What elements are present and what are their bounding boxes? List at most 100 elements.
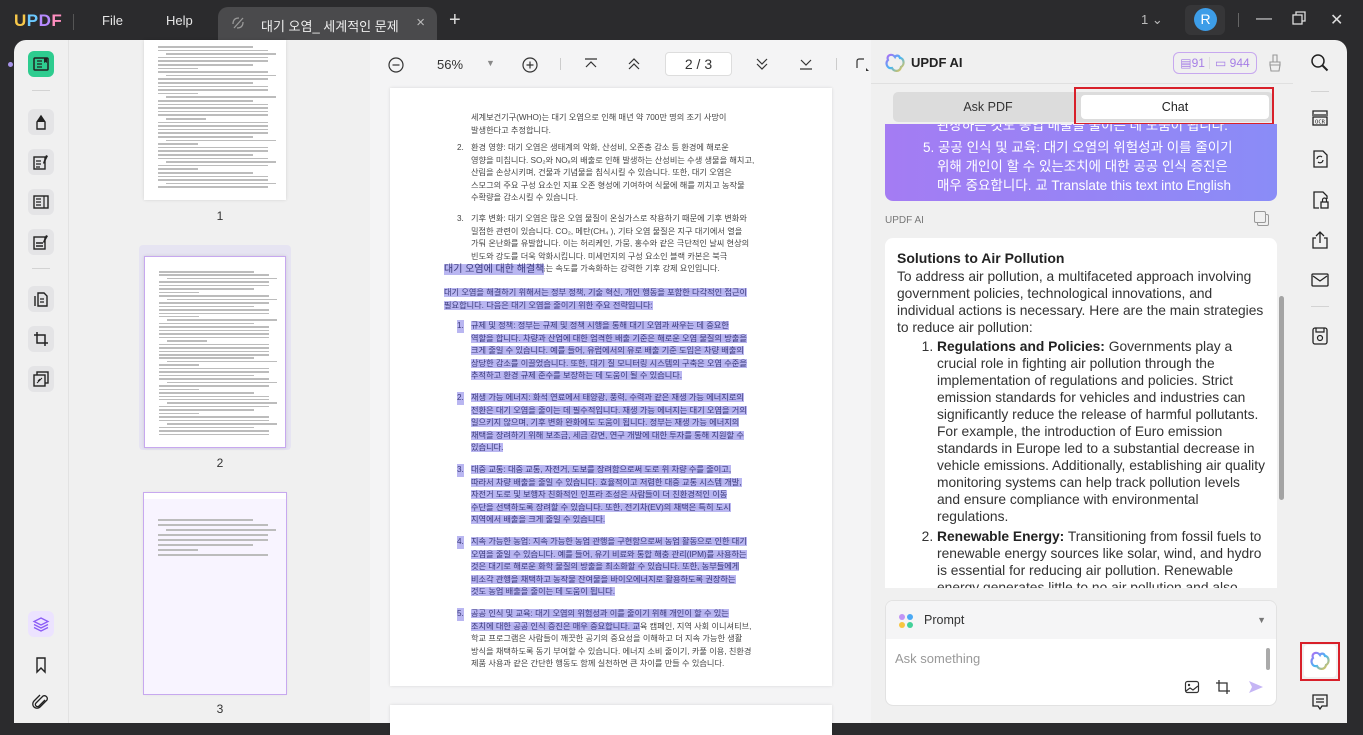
crop-icon[interactable] — [28, 326, 54, 352]
document-tab-icon — [232, 17, 244, 29]
thumbnail-page-2[interactable] — [144, 256, 286, 448]
clear-chat-icon[interactable] — [1268, 54, 1282, 72]
credits-badge[interactable]: ▤91 ▭ 944 — [1173, 52, 1257, 74]
thumbnail-text-line — [158, 146, 268, 149]
copy-icon[interactable] — [1254, 211, 1269, 226]
bookmark-icon[interactable] — [28, 652, 54, 678]
thumbnail-text-line — [167, 298, 277, 301]
response-title: Solutions to Air Pollution — [897, 250, 1065, 266]
screenshot-icon[interactable] — [1215, 679, 1231, 695]
layers-icon[interactable] — [28, 611, 54, 637]
thumbnail-text-line — [158, 60, 268, 62]
thumbnail-text-line — [158, 92, 198, 95]
thumbnail-text-line — [158, 64, 253, 66]
thumbnail-text-line — [167, 319, 277, 321]
updf-ai-logo-icon — [885, 53, 905, 72]
tab-ask-pdf[interactable]: Ask PDF — [893, 92, 1083, 122]
minimize-button[interactable]: — — [1256, 10, 1272, 28]
thumbnail-page-1[interactable] — [144, 40, 286, 200]
thumbnail-text-line — [166, 118, 206, 120]
thumbnail-text-line — [158, 554, 268, 556]
convert-icon[interactable] — [1310, 149, 1330, 169]
thumbnail-text-line — [159, 291, 199, 294]
viewer-toolbar: 56% ▼ 2 / 3 — [370, 40, 871, 88]
zoom-level[interactable]: 56% — [437, 57, 463, 72]
maximize-button[interactable] — [1292, 11, 1306, 30]
thumbnail-text-line — [159, 343, 269, 346]
pages-icon[interactable] — [28, 286, 54, 312]
first-page-icon[interactable] — [584, 58, 598, 70]
protect-icon[interactable] — [1310, 190, 1330, 210]
new-tab-button[interactable]: + — [449, 9, 461, 32]
thumbnail-text-line — [167, 402, 277, 404]
comment-icon[interactable] — [1310, 692, 1330, 712]
edit-text-icon[interactable] — [28, 149, 54, 175]
email-icon[interactable] — [1310, 270, 1330, 290]
organize-form-icon[interactable] — [28, 189, 54, 215]
chat-bubble-icon: ▭ — [1214, 56, 1227, 70]
close-window-button[interactable]: ✕ — [1330, 10, 1343, 30]
previous-page-icon[interactable] — [627, 57, 641, 71]
next-page-icon[interactable] — [755, 57, 769, 71]
input-scrollbar[interactable] — [1266, 648, 1270, 670]
window-selector[interactable]: 1 ⌄ — [1141, 12, 1163, 28]
thumbnail-text-line — [158, 110, 268, 113]
page-paragraph: 대기 오염을 해결하기 위해서는 정부 정책, 기술 혁신, 개인 행동을 포함… — [444, 288, 748, 310]
zoom-out-icon[interactable] — [388, 57, 404, 73]
thumbnail-text-line — [159, 350, 269, 353]
thumbnail-text-line — [166, 139, 276, 142]
page-list-item: 1. 규제 및 정책: 정부는 규제 및 정책 시행을 통해 대기 오염과 싸우는… — [457, 320, 747, 381]
thumbnail-text-line — [158, 56, 268, 59]
thumbnail-label: 2 — [216, 456, 224, 470]
share-icon[interactable] — [1310, 230, 1330, 250]
zoom-in-icon[interactable] — [522, 57, 538, 73]
ocr-icon[interactable]: OCR — [1310, 108, 1330, 128]
thumbnail-text-line — [159, 364, 199, 366]
prompt-label: Prompt — [924, 613, 965, 627]
save-icon[interactable] — [1310, 326, 1330, 346]
page-number-input[interactable]: 2 / 3 — [665, 52, 732, 76]
response-item: Renewable Energy: Transitioning from fos… — [937, 528, 1265, 588]
ai-response: Solutions to Air Pollution To address ai… — [885, 238, 1277, 588]
highlighter-icon[interactable] — [28, 109, 54, 135]
response-scrollbar[interactable] — [1279, 296, 1284, 500]
fill-sign-icon[interactable] — [28, 229, 54, 255]
thumbnail-text-line — [159, 409, 254, 411]
close-tab-icon[interactable]: × — [416, 14, 425, 31]
thumbnail-page-3[interactable] — [143, 492, 287, 695]
thumbnail-text-line — [166, 74, 276, 77]
thumbnail-text-line — [159, 326, 269, 328]
send-icon[interactable] — [1248, 679, 1264, 695]
ask-input[interactable] — [895, 651, 1255, 666]
thumbnail-text-line — [166, 96, 276, 98]
presentation-icon[interactable] — [856, 58, 870, 72]
restore-icon — [1292, 11, 1306, 25]
thumbnail-text-line — [167, 381, 277, 384]
reader-icon[interactable] — [28, 51, 54, 77]
thumbnail-text-line — [158, 157, 268, 160]
zoom-dropdown-icon[interactable]: ▼ — [486, 58, 495, 68]
thumbnail-text-line — [159, 309, 269, 311]
thumbnail-text-line — [159, 347, 269, 349]
menu-file[interactable]: File — [102, 13, 123, 28]
highlight-box — [1074, 87, 1274, 125]
document-tab[interactable]: 대기 오염_ 세계적인 문제 × — [218, 7, 437, 40]
window-edge — [1347, 40, 1363, 723]
attachment-icon[interactable] — [28, 690, 54, 716]
thumbnail-text-line — [159, 329, 269, 332]
thumbnail-text-line — [159, 371, 269, 373]
title-bar: UPDF File Help 대기 오염_ 세계적인 문제 × + 1 ⌄ R … — [0, 0, 1363, 40]
thumbnail-text-line — [159, 354, 269, 356]
search-icon[interactable] — [1310, 53, 1330, 73]
image-upload-icon[interactable] — [1184, 679, 1200, 695]
thumbnail-text-line — [159, 388, 199, 391]
last-page-icon[interactable] — [799, 58, 813, 70]
prompt-selector[interactable]: Prompt ▼ — [886, 601, 1276, 639]
avatar[interactable]: R — [1194, 8, 1217, 31]
thumbnail-text-line — [159, 374, 254, 377]
watermark-icon[interactable] — [28, 366, 54, 392]
right-tool-rail: OCR — [1293, 40, 1347, 723]
thumbnail-text-line — [159, 398, 269, 401]
menu-help[interactable]: Help — [166, 13, 193, 28]
thumbnail-text-line — [158, 175, 268, 178]
